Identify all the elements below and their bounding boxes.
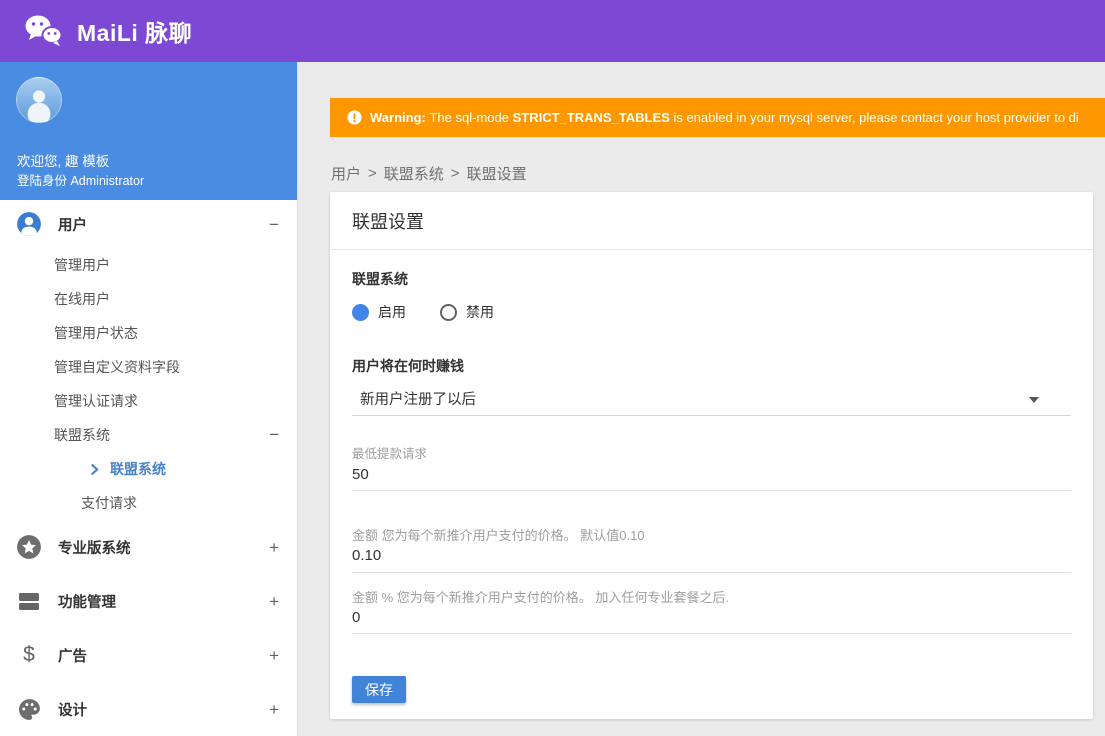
chevron-right-icon xyxy=(88,463,101,476)
disable-radio[interactable] xyxy=(440,303,457,321)
earn-when-selected-value: 新用户注册了以后 xyxy=(360,392,476,408)
warning-banner: Warning: The sql-mode STRICT_TRANS_TABLE… xyxy=(330,98,1105,137)
expand-icon[interactable]: + xyxy=(269,701,279,718)
amount-label: 金额 您为每个新推介用户支付的价格。 默认值0.10 xyxy=(352,528,645,543)
sidebar-subitem-label: 管理自定义资料字段 xyxy=(54,359,180,375)
user-avatar[interactable] xyxy=(16,77,62,123)
sidebar-item-online-users[interactable]: 在线用户 xyxy=(0,282,297,316)
warning-text: The sql-mode xyxy=(429,110,509,125)
breadcrumb-item-affiliate[interactable]: 联盟系统 xyxy=(384,163,444,184)
expand-icon[interactable]: + xyxy=(269,593,279,610)
min-withdraw-input[interactable] xyxy=(352,465,1071,483)
enable-radio-label[interactable]: 启用 xyxy=(378,302,406,322)
sidebar-item-verification-requests[interactable]: 管理认证请求 xyxy=(0,384,297,418)
sidebar-menu: 用户 − 管理用户 在线用户 管理用户状态 管理自定义资料字段 管理认证请求 联… xyxy=(0,200,297,736)
star-icon xyxy=(16,534,42,560)
warning-strong-text: STRICT_TRANS_TABLES xyxy=(512,110,670,125)
sidebar-item-affiliate-settings-active[interactable]: 联盟系统 xyxy=(0,452,297,486)
sidebar-subitem-label: 管理认证请求 xyxy=(54,393,138,409)
breadcrumb-separator: > xyxy=(368,165,377,182)
welcome-text: 欢迎您, 趣 模板 xyxy=(17,154,110,169)
breadcrumb-item-current: 联盟设置 xyxy=(466,166,527,183)
sidebar-item-label: 设计 xyxy=(58,702,87,719)
sidebar-item-label: 用户 xyxy=(58,217,87,234)
breadcrumb-item-users[interactable]: 用户 xyxy=(331,163,361,184)
sidebar-item-pro-system[interactable]: 专业版系统 + xyxy=(0,520,297,574)
warning-info-icon xyxy=(347,110,362,125)
min-withdraw-label: 最低提款请求 xyxy=(352,447,428,461)
sidebar-subitem-label: 支付请求 xyxy=(81,495,137,511)
app-title: MaiLi 脉聊 xyxy=(77,20,193,46)
sidebar-subitem-label: 管理用户 xyxy=(54,257,110,273)
sidebar-item-users[interactable]: 用户 − xyxy=(0,200,297,248)
amount-field: 金额 您为每个新推介用户支付的价格。 默认值0.10 xyxy=(352,528,1071,573)
login-role-text: 登陆身份 Administrator xyxy=(17,174,145,188)
amount-input[interactable] xyxy=(352,546,1071,564)
sidebar-subitem-label: 联盟系统 xyxy=(110,461,166,477)
affiliate-system-label: 联盟系统 xyxy=(352,271,408,287)
collapse-icon[interactable]: − xyxy=(269,216,279,233)
user-circle-icon xyxy=(16,211,42,237)
wechat-logo-icon xyxy=(24,14,64,48)
disable-radio-label[interactable]: 禁用 xyxy=(466,302,494,322)
amount-percent-field: 金额 % 您为每个新推介用户支付的价格。 加入任何专业套餐之后. xyxy=(352,590,1071,634)
sidebar-subitem-label: 管理用户状态 xyxy=(54,325,138,341)
sidebar-item-design[interactable]: 设计 + xyxy=(0,682,297,736)
card-body: 联盟系统 启用 禁用 用户将在何时赚钱 新用户注册了以后 最低提款请求 金额 您… xyxy=(330,250,1093,703)
sidebar-item-label: 专业版系统 xyxy=(58,540,131,557)
sidebar: 欢迎您, 趣 模板 登陆身份 Administrator 用户 − 管理用户 在… xyxy=(0,62,298,736)
sidebar-item-ads[interactable]: $ 广告 + xyxy=(0,628,297,682)
sidebar-item-user-status[interactable]: 管理用户状态 xyxy=(0,316,297,350)
palette-icon xyxy=(16,696,42,722)
sidebar-item-custom-fields[interactable]: 管理自定义资料字段 xyxy=(0,350,297,384)
breadcrumb-separator: > xyxy=(450,165,460,182)
affiliate-settings-card: 联盟设置 联盟系统 启用 禁用 用户将在何时赚钱 新用户注册了以后 最低提款请求… xyxy=(330,192,1093,719)
layers-icon xyxy=(16,588,42,614)
save-button[interactable]: 保存 xyxy=(352,676,406,703)
sidebar-item-label: 功能管理 xyxy=(58,594,116,611)
page-title: 联盟设置 xyxy=(352,211,424,232)
warning-text: is enabled in your mysql server, please … xyxy=(673,110,1079,125)
sidebar-subitem-label: 联盟系统 xyxy=(54,427,110,443)
sidebar-item-label: 广告 xyxy=(58,648,87,665)
warning-bold-text: Warning: xyxy=(370,110,426,125)
expand-icon[interactable]: + xyxy=(269,647,279,664)
card-header: 联盟设置 xyxy=(330,192,1093,250)
sidebar-subitem-label: 在线用户 xyxy=(54,291,110,307)
earn-when-select[interactable]: 新用户注册了以后 xyxy=(352,386,1071,416)
affiliate-system-radio-group: 启用 禁用 xyxy=(352,303,1071,321)
min-withdraw-field: 最低提款请求 xyxy=(352,447,1071,491)
expand-icon[interactable]: + xyxy=(269,539,279,556)
collapse-icon[interactable]: − xyxy=(269,425,279,445)
earn-when-label: 用户将在何时赚钱 xyxy=(352,358,464,374)
sidebar-item-payment-requests[interactable]: 支付请求 xyxy=(0,486,297,520)
sidebar-item-affiliate-group[interactable]: 联盟系统 − xyxy=(0,418,297,452)
sidebar-item-manage-users[interactable]: 管理用户 xyxy=(0,248,297,282)
breadcrumb: 用户 > 联盟系统 > 联盟设置 xyxy=(331,163,527,184)
amount-percent-input[interactable] xyxy=(352,608,1071,626)
sidebar-item-feature-management[interactable]: 功能管理 + xyxy=(0,574,297,628)
amount-percent-label: 金额 % 您为每个新推介用户支付的价格。 加入任何专业套餐之后. xyxy=(352,590,730,605)
profile-panel: 欢迎您, 趣 模板 登陆身份 Administrator xyxy=(0,62,297,200)
app-header: MaiLi 脉聊 xyxy=(0,0,1105,62)
dropdown-caret-icon xyxy=(1029,397,1039,403)
dollar-icon: $ xyxy=(23,643,35,666)
enable-radio[interactable] xyxy=(352,303,369,321)
